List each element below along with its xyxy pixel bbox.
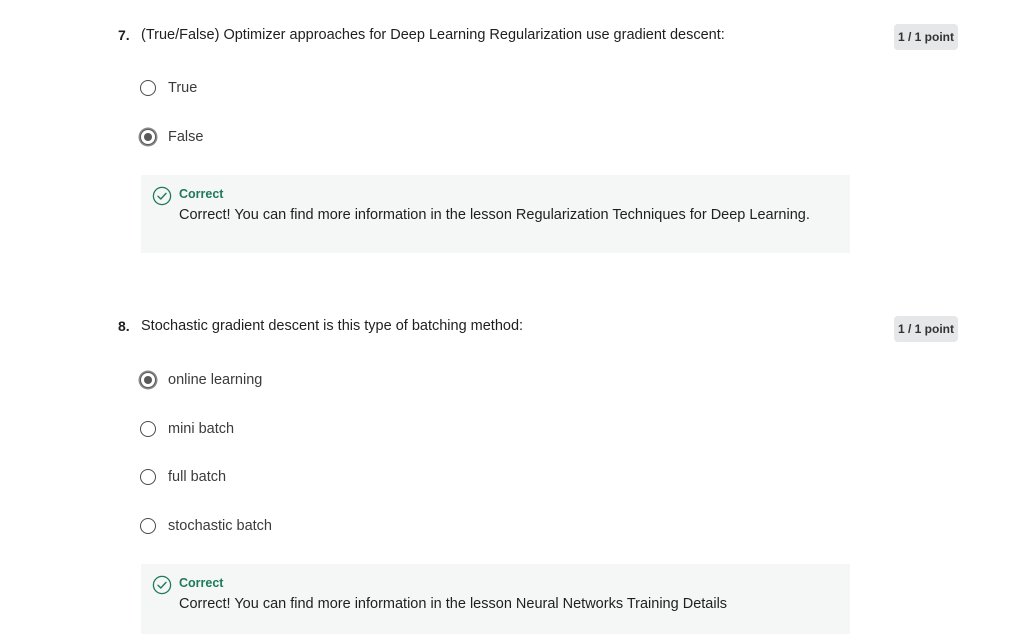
points-badge: 1 / 1 point	[894, 316, 958, 342]
question-prompt: Stochastic gradient descent is this type…	[141, 318, 524, 334]
option-label: stochastic batch	[168, 518, 272, 534]
radio-button-selected[interactable]	[140, 372, 156, 388]
question-8: 8. Stochastic gradient descent is this t…	[0, 0, 1032, 634]
feedback-title: Correct	[179, 576, 224, 590]
option-label: full batch	[168, 469, 227, 485]
radio-button[interactable]	[140, 421, 156, 437]
question-number: 8.	[118, 318, 130, 334]
quiz-results-page: 7. (True/False) Optimizer approaches for…	[0, 0, 1032, 634]
feedback-panel: Correct Correct! You can find more infor…	[141, 564, 850, 634]
feedback-text: Correct! You can find more information i…	[179, 596, 728, 612]
answer-option-full-batch[interactable]: full batch	[140, 466, 226, 488]
option-label: mini batch	[168, 421, 235, 437]
option-label: online learning	[168, 372, 263, 388]
check-circle-icon	[152, 575, 172, 595]
answer-option-mini-batch[interactable]: mini batch	[140, 418, 234, 440]
answer-option-online-learning[interactable]: online learning	[140, 369, 262, 391]
radio-button[interactable]	[140, 469, 156, 485]
answer-option-stochastic-batch[interactable]: stochastic batch	[140, 515, 272, 537]
radio-button[interactable]	[140, 518, 156, 534]
